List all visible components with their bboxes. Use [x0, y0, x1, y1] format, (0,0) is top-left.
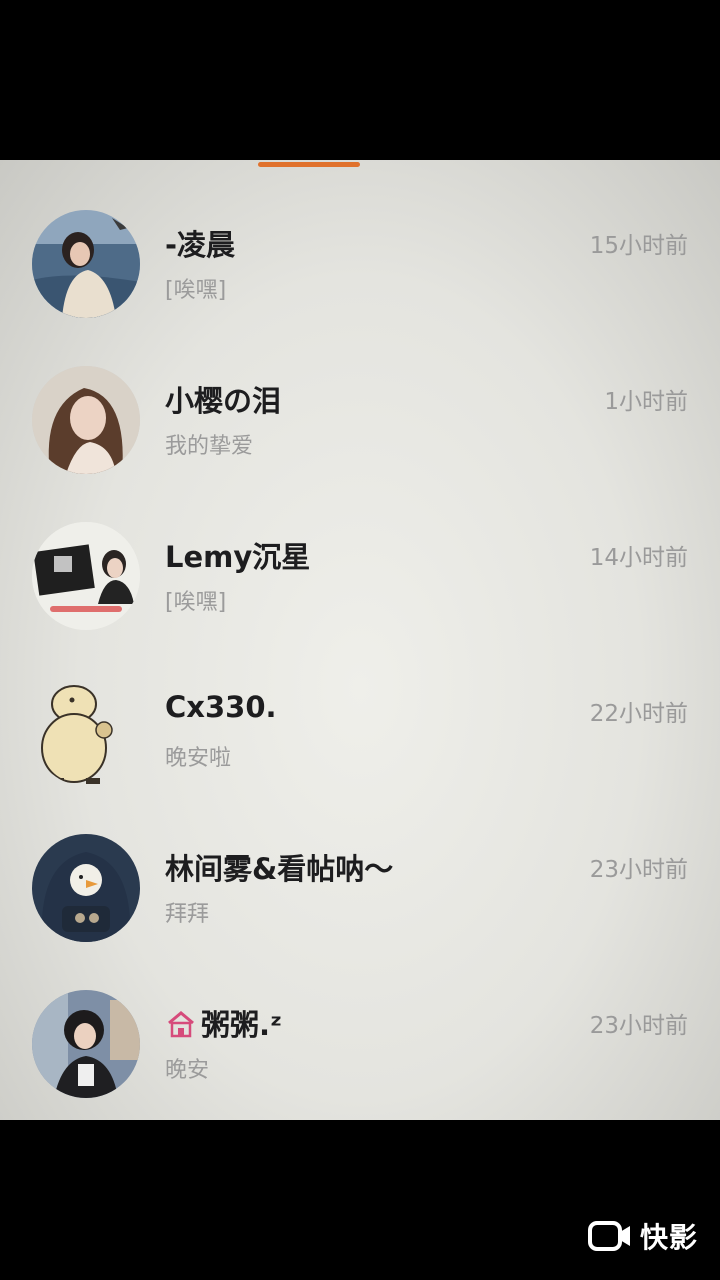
conversation-row[interactable]: Cx330. 晚安啦 22小时前	[0, 644, 720, 800]
video-camera-icon	[587, 1221, 630, 1251]
sign-girl-avatar-icon[interactable]	[32, 522, 140, 630]
timestamp: 15小时前	[589, 233, 688, 259]
photo-girl-sea-avatar-icon[interactable]	[32, 210, 140, 318]
conversation-row[interactable]: 粥粥.ᶻ 晚安 23小时前	[0, 956, 720, 1112]
kuaiying-watermark: 快影	[587, 1216, 698, 1256]
conversation-row[interactable]: 小樱の泪 我的挚爱 1小时前	[0, 332, 720, 488]
watermark-label: 快影	[639, 1221, 698, 1254]
message-list-panel: -凌晨 [唉嘿] 15小时前 小樱の泪 我的挚爱 1小时前 Lemy沉星 [唉嘿…	[0, 160, 720, 1120]
message-preview: 晚安	[165, 1058, 210, 1083]
house-emoji-icon	[168, 1011, 194, 1038]
message-preview: [唉嘿]	[165, 278, 227, 303]
contact-name: -凌晨	[165, 228, 236, 262]
contact-name: 粥粥.ᶻ	[165, 1002, 282, 1044]
photo-girl-room-avatar-icon[interactable]	[32, 990, 140, 1098]
message-preview: 晚安啦	[165, 746, 232, 771]
screen: -凌晨 [唉嘿] 15小时前 小樱の泪 我的挚爱 1小时前 Lemy沉星 [唉嘿…	[0, 0, 720, 1280]
conversation-row[interactable]: -凌晨 [唉嘿] 15小时前	[0, 176, 720, 332]
message-preview: 我的挚爱	[165, 434, 254, 459]
message-preview: 拜拜	[165, 902, 210, 927]
capybara-avatar-icon[interactable]	[32, 678, 140, 786]
timestamp: 23小时前	[589, 1013, 688, 1039]
contact-name: Lemy沉星	[165, 540, 311, 574]
duck-hood-avatar-icon[interactable]	[32, 834, 140, 942]
contact-name: 小樱の泪	[165, 384, 282, 418]
contact-name: Cx330.	[165, 690, 277, 724]
conversation-row[interactable]: Lemy沉星 [唉嘿] 14小时前	[0, 488, 720, 644]
photo-girl-avatar-icon[interactable]	[32, 366, 140, 474]
message-preview: [唉嘿]	[165, 590, 227, 615]
timestamp: 22小时前	[589, 701, 688, 727]
tab-indicator	[258, 162, 360, 167]
timestamp: 14小时前	[589, 545, 688, 571]
timestamp: 23小时前	[589, 857, 688, 883]
timestamp: 1小时前	[604, 389, 688, 415]
contact-name: 林间雾&看帖呐～	[165, 852, 394, 886]
contact-name-text: 粥粥.ᶻ	[201, 1008, 283, 1042]
conversation-row[interactable]: 林间雾&看帖呐～ 拜拜 23小时前	[0, 800, 720, 956]
